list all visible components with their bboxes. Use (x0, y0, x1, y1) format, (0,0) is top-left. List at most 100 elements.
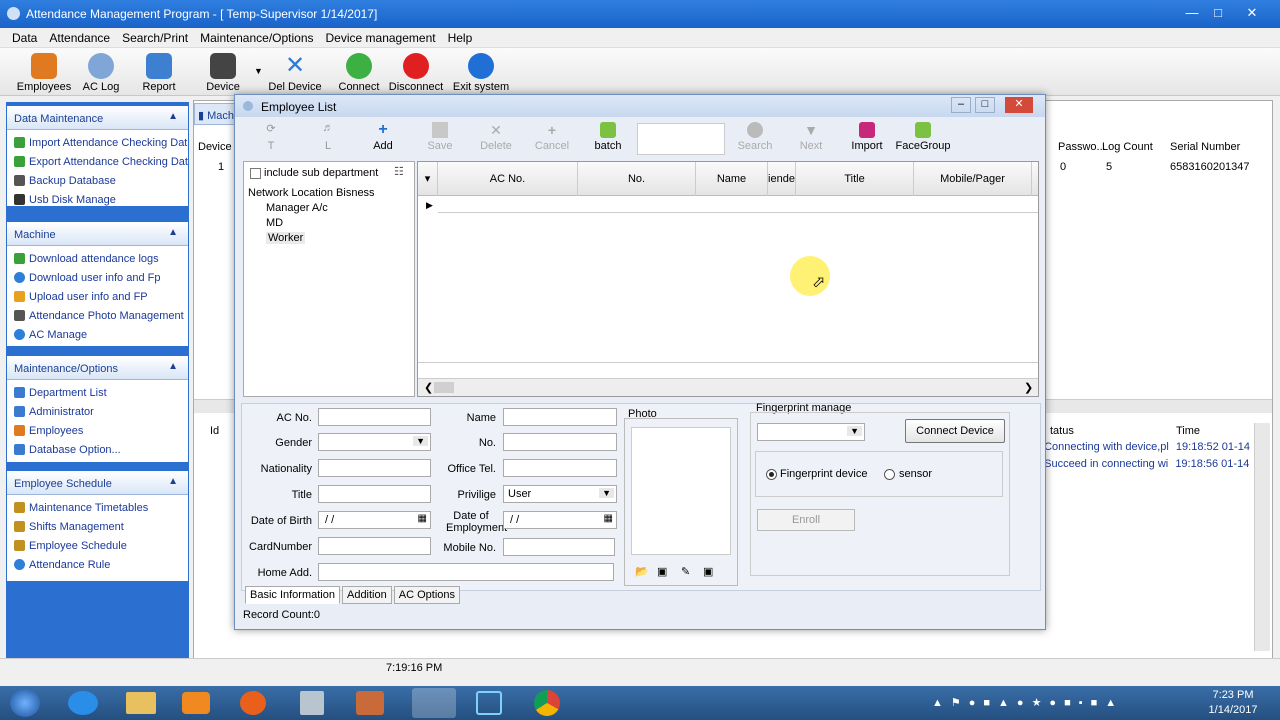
collapse-icon[interactable]: ▲ (168, 227, 178, 238)
add-button[interactable]: + Add (360, 118, 406, 156)
sidebar-item-rule[interactable]: Attendance Rule (7, 556, 188, 575)
sidebar-item-schedule[interactable]: Employee Schedule (7, 537, 188, 556)
col-title[interactable]: Title (796, 162, 914, 196)
sidebar-item-employees[interactable]: Employees (7, 422, 188, 441)
collapse-icon[interactable]: ▲ (168, 476, 178, 487)
tree-root[interactable]: Network Location Bisness (248, 187, 375, 199)
menu-attendance[interactable]: Attendance (43, 28, 116, 48)
search-button[interactable]: Search (732, 118, 778, 156)
dob-field[interactable]: / / ▦ (318, 511, 431, 529)
close-icon[interactable]: ✕ (1238, 4, 1266, 22)
col-mobile[interactable]: Mobile/Pager (914, 162, 1032, 196)
capture-icon[interactable]: ▣ (703, 565, 713, 578)
photo-area[interactable] (631, 427, 731, 555)
explorer-icon[interactable] (126, 692, 156, 714)
gender-select[interactable]: ▼ (318, 433, 431, 451)
sidebar-item-import[interactable]: Import Attendance Checking Data (7, 134, 188, 153)
device-dropdown-icon[interactable]: ▼ (254, 66, 263, 76)
tree-item-manager[interactable]: Manager A/c (266, 202, 328, 214)
start-button-icon[interactable] (10, 689, 40, 717)
ac-no-field[interactable] (318, 408, 431, 426)
tab-addition[interactable]: Addition (341, 586, 392, 604)
calendar-icon[interactable]: ▦ (418, 513, 427, 524)
scroll-right-icon[interactable]: ❯ (1024, 381, 1033, 394)
vertical-scrollbar[interactable] (1254, 423, 1270, 651)
cancel-button[interactable]: + Cancel (529, 118, 575, 156)
save-button[interactable]: Save (417, 118, 463, 156)
calendar-icon[interactable]: ▦ (604, 513, 613, 524)
connect-button[interactable]: Connect (334, 50, 384, 94)
collapse-icon[interactable]: ▲ (168, 111, 178, 122)
panel-header[interactable]: Maintenance/Options ▲ (7, 356, 188, 380)
camera-icon[interactable]: ▣ (657, 565, 667, 578)
tree-item-worker[interactable]: Worker (266, 232, 306, 244)
fp-device-select[interactable]: ▼ (757, 423, 865, 441)
pencil-icon[interactable]: ✎ (681, 565, 690, 578)
grid-empty-row[interactable] (438, 197, 1038, 213)
scroll-thumb[interactable] (434, 382, 454, 393)
exit-system-button[interactable]: Exit system (452, 50, 510, 94)
sidebar-item-ac-manage[interactable]: AC Manage (7, 326, 188, 345)
privilige-select[interactable]: User ▼ (503, 485, 617, 503)
doe-field[interactable]: / / ▦ (503, 511, 617, 529)
facegroup-button[interactable]: FaceGroup (895, 118, 951, 156)
report-button[interactable]: Report (136, 50, 182, 94)
home-address-field[interactable] (318, 563, 614, 581)
title-field[interactable] (318, 485, 431, 503)
col-no[interactable]: No. (578, 162, 696, 196)
collapse-icon[interactable]: ▲ (168, 361, 178, 372)
screen-capture-icon[interactable] (476, 691, 502, 715)
card-number-field[interactable] (318, 537, 431, 555)
panel-header[interactable]: Machine ▲ (7, 222, 188, 246)
menu-data[interactable]: Data (6, 28, 43, 48)
sidebar-item-database[interactable]: Database Option... (7, 441, 188, 460)
import-button[interactable]: Import (844, 118, 890, 156)
employees-button[interactable]: Employees (16, 50, 72, 94)
menu-search-print[interactable]: Search/Print (116, 28, 194, 48)
device-button[interactable]: Device (200, 50, 246, 94)
sidebar-item-download-user[interactable]: Download user info and Fp (7, 269, 188, 288)
batch-button[interactable]: batch (585, 118, 631, 156)
col-gender[interactable]: iende (768, 162, 796, 196)
tab-basic-information[interactable]: Basic Information (245, 586, 340, 604)
connect-device-button[interactable]: Connect Device (905, 419, 1005, 443)
sidebar-item-department[interactable]: Department List (7, 384, 188, 403)
device-row-value[interactable]: 1 (218, 161, 224, 173)
menu-device-management[interactable]: Device management (320, 28, 442, 48)
sidebar-item-shifts[interactable]: Shifts Management (7, 518, 188, 537)
chrome-icon[interactable] (534, 690, 560, 716)
del-device-button[interactable]: ✕ Del Device (266, 50, 324, 94)
grid-horizontal-scrollbar[interactable]: ❮ ❯ (418, 378, 1038, 396)
name-field[interactable] (503, 408, 617, 426)
panel-header[interactable]: Employee Schedule ▲ (7, 471, 188, 495)
attendance-taskbar-icon[interactable] (412, 688, 456, 718)
enroll-button[interactable]: Enroll (757, 509, 855, 531)
media-player-icon[interactable] (182, 692, 210, 714)
mobile-field[interactable] (503, 538, 615, 556)
delete-button[interactable]: ✕ Delete (473, 118, 519, 156)
tree-item-md[interactable]: MD (266, 217, 283, 229)
dialog-minimize-icon[interactable]: – (951, 97, 971, 113)
calculator-icon[interactable] (300, 691, 324, 715)
tab-ac-options[interactable]: AC Options (393, 586, 460, 604)
sidebar-item-download-logs[interactable]: Download attendance logs (7, 250, 188, 269)
sidebar-item-export[interactable]: Export Attendance Checking Data (7, 153, 188, 172)
sidebar-item-backup[interactable]: Backup Database (7, 172, 188, 191)
fp-device-radio[interactable] (766, 469, 777, 480)
menu-help[interactable]: Help (442, 28, 479, 48)
ie-icon[interactable] (68, 691, 98, 715)
ac-log-button[interactable]: AC Log (78, 50, 124, 94)
sidebar-item-usb[interactable]: Usb Disk Manage (7, 191, 188, 210)
search-input[interactable] (637, 123, 725, 155)
sidebar-item-photo[interactable]: Attendance Photo Management (7, 307, 188, 326)
sidebar-item-admin[interactable]: Administrator (7, 403, 188, 422)
include-sub-checkbox[interactable] (250, 168, 261, 179)
sidebar-item-timetables[interactable]: Maintenance Timetables (7, 499, 188, 518)
maximize-icon[interactable]: □ (1204, 4, 1232, 22)
tree-view-icon[interactable]: ☷ (394, 165, 404, 178)
firefox-icon[interactable] (240, 691, 266, 715)
app-taskbar-icon[interactable] (356, 691, 384, 715)
col-ac-no[interactable]: AC No. (438, 162, 578, 196)
no-field[interactable] (503, 433, 617, 451)
scroll-left-icon[interactable]: ❮ (424, 381, 433, 394)
